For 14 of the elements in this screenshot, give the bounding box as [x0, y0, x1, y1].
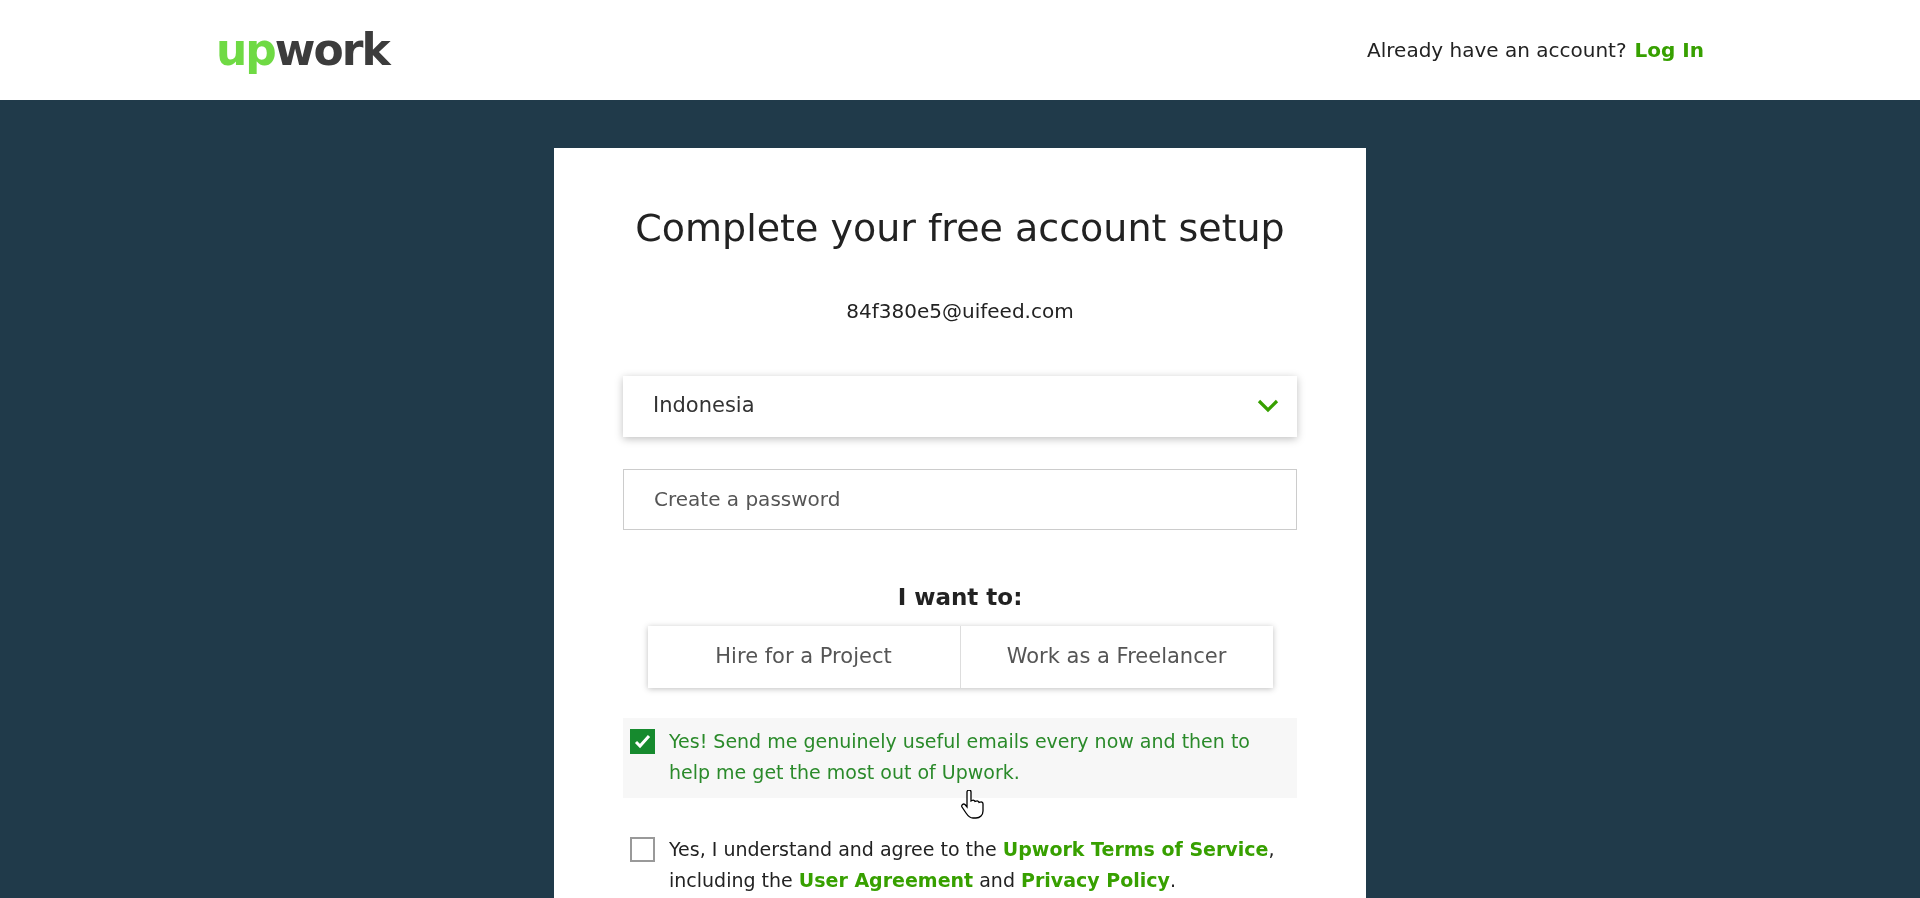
consent-text: Yes, I understand and agree to the Upwork Terms of Service, including the User Agreement and Privacy Policy.	[669, 837, 1276, 894]
role-option[interactable]: Hire for a Project	[647, 626, 960, 689]
logo[interactable]: upwork	[216, 28, 389, 72]
password-field[interactable]: Create a password	[623, 468, 1297, 530]
consent-text: Yes! Send me genuinely useful emails every now and then to help me get the most out of Upwork.	[669, 729, 1251, 786]
checkbox[interactable]	[630, 729, 655, 755]
country-select[interactable]: Indonesia	[623, 375, 1297, 437]
email-address: 84f380e5@uifeed.com	[845, 297, 1075, 325]
role-label: I want to:	[896, 582, 1024, 612]
account-prompt: Already have an account?	[1367, 37, 1627, 64]
checkbox[interactable]	[630, 837, 655, 863]
form-title: Complete your free account setup	[634, 206, 1286, 252]
chevron-down-icon	[1257, 399, 1279, 414]
role-option[interactable]: Work as a Freelancer	[959, 626, 1273, 689]
